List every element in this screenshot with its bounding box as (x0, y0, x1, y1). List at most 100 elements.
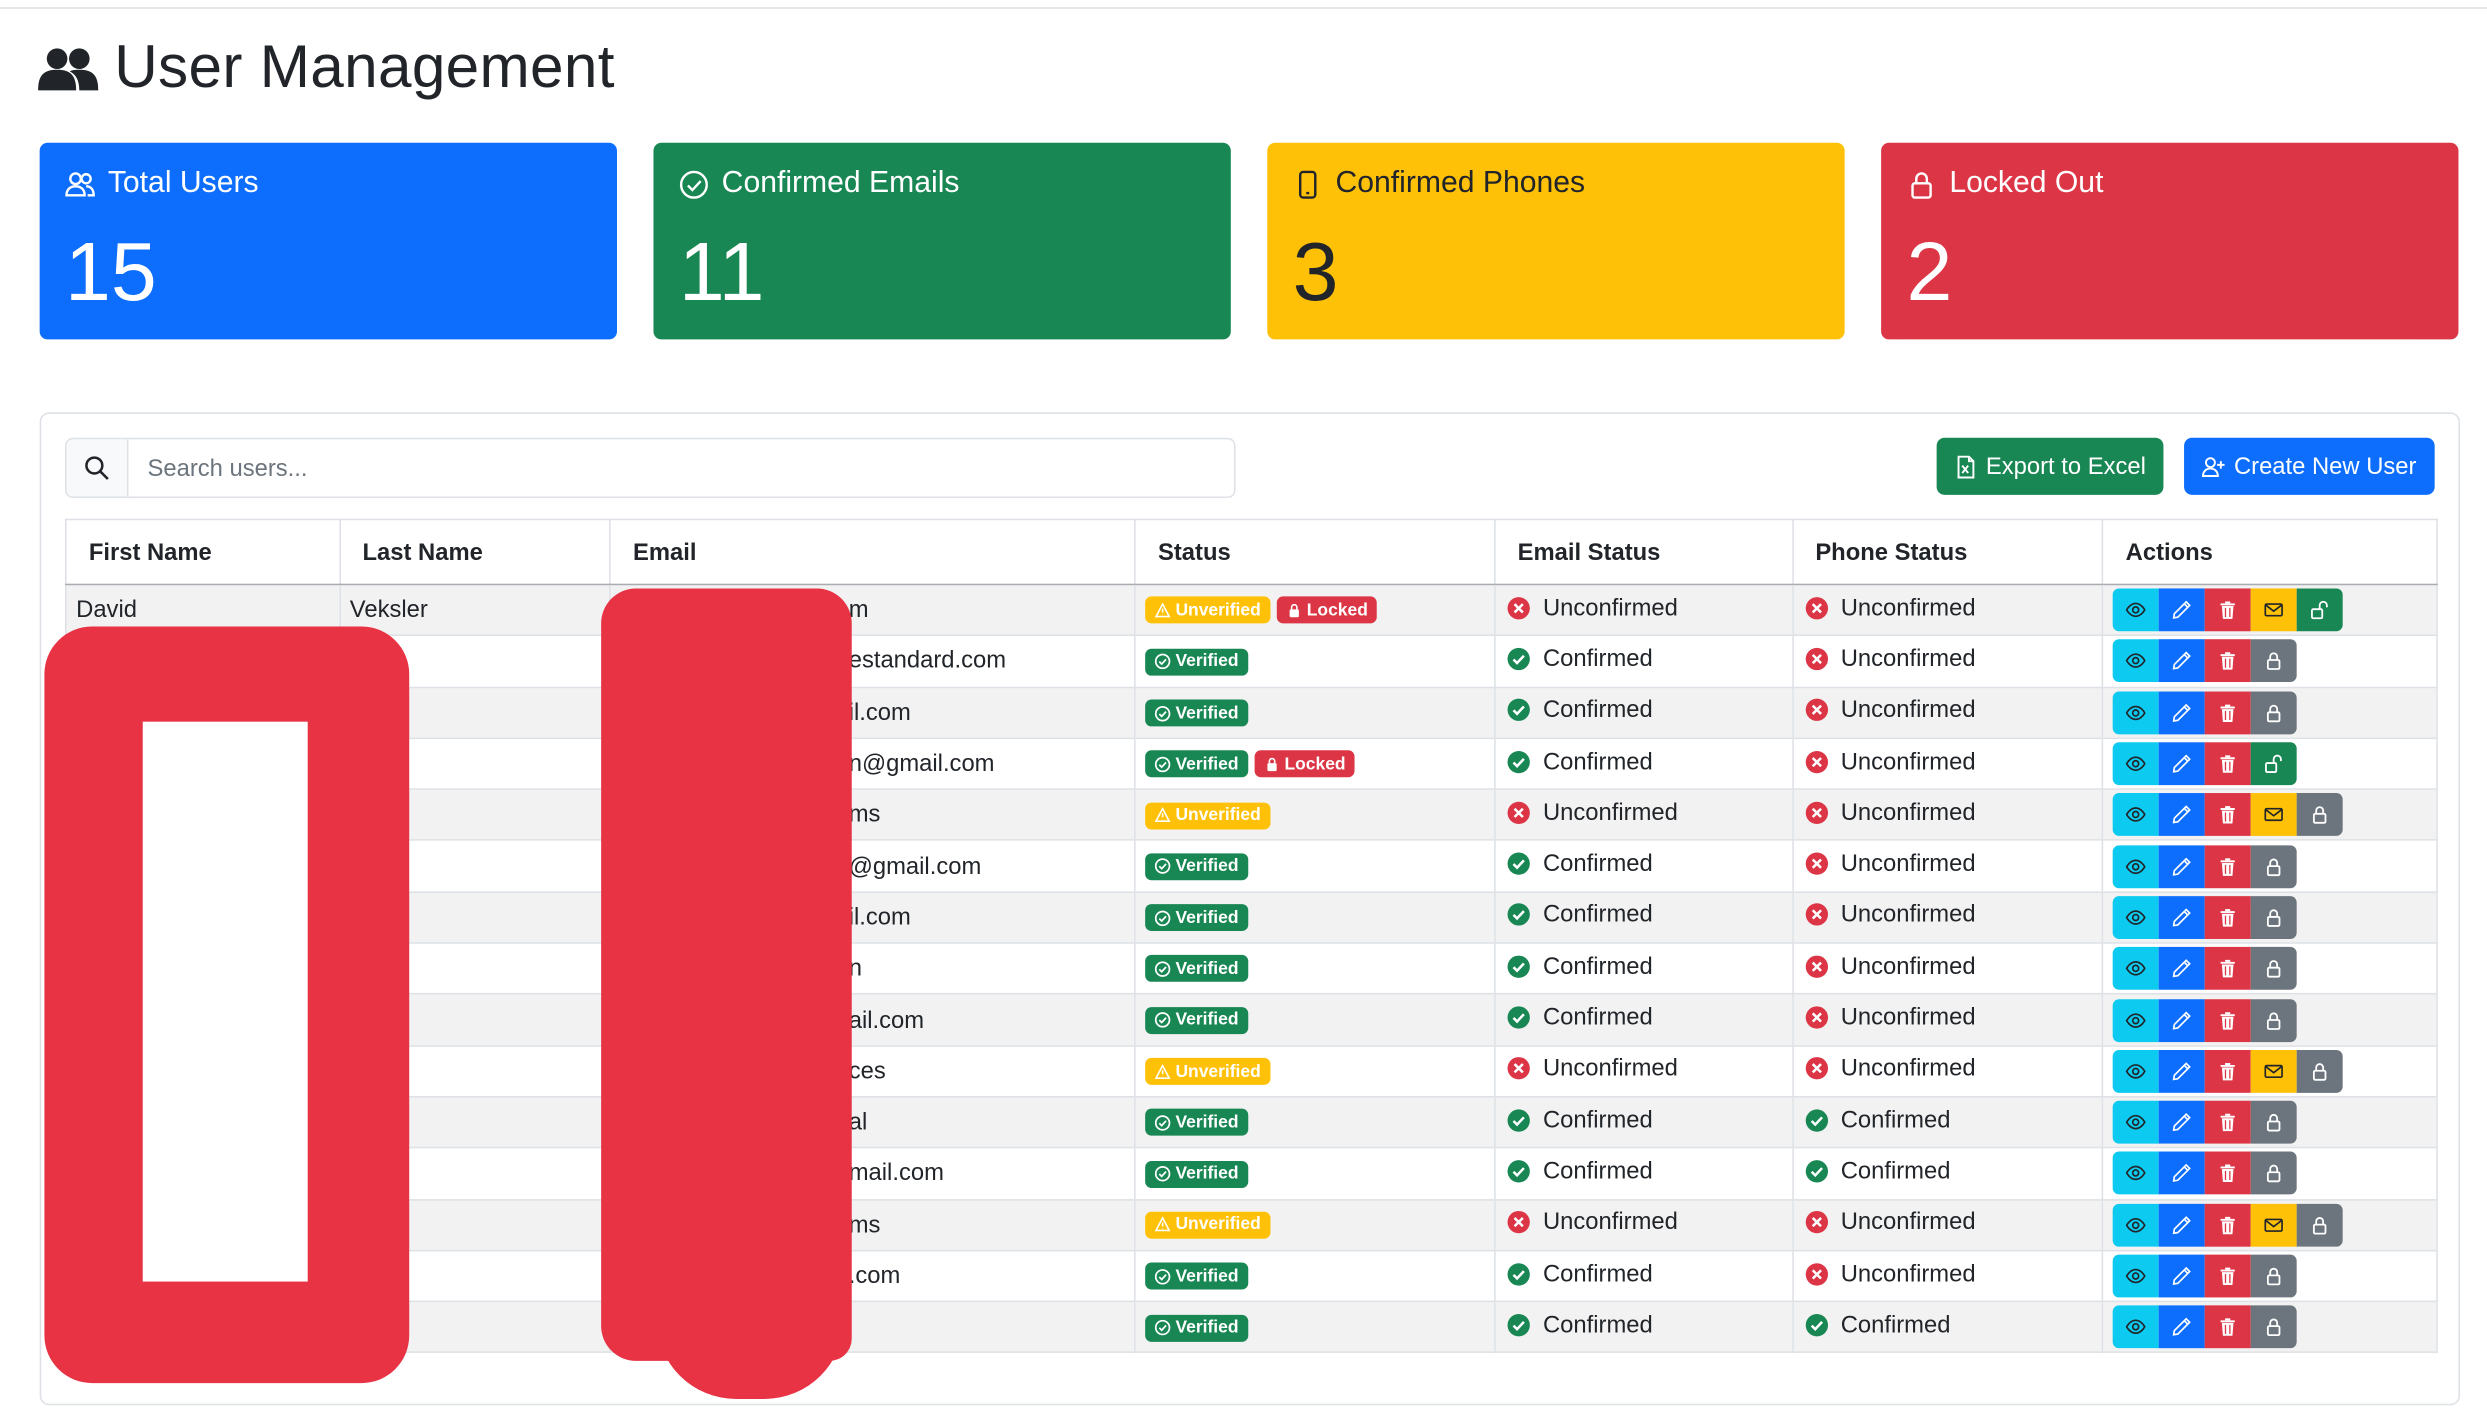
column-header[interactable]: Phone Status (1791, 518, 2104, 586)
delete-button[interactable] (2204, 588, 2251, 632)
unlock-button[interactable] (2250, 742, 2297, 786)
check-circle-icon (1155, 756, 1171, 772)
resend-email-button[interactable] (2250, 1203, 2297, 1247)
eye-icon (2126, 907, 2147, 928)
phone-icon (1299, 169, 1317, 199)
lock-icon (2310, 1214, 2331, 1235)
view-button[interactable] (2112, 1100, 2159, 1144)
table-row[interactable]: ermsUnverifiedUnconfirmedUnconfirmed (65, 1199, 2438, 1252)
search-input[interactable] (128, 439, 1234, 497)
edit-button[interactable] (2158, 1049, 2205, 1093)
lock-button[interactable] (2250, 896, 2297, 939)
delete-button[interactable] (2204, 793, 2251, 837)
edit-button[interactable] (2158, 1305, 2205, 1349)
view-button[interactable] (2112, 639, 2159, 683)
view-button[interactable] (2112, 1254, 2159, 1298)
view-button[interactable] (2112, 947, 2159, 991)
table-row[interactable]: eril.comVerifiedConfirmedUnconfirmed (65, 686, 2438, 739)
create-user-button[interactable]: Create New User (2184, 437, 2435, 495)
lock-icon (2264, 958, 2285, 979)
delete-button[interactable] (2204, 1203, 2251, 1247)
lock-icon (2264, 1266, 2285, 1287)
edit-button[interactable] (2158, 639, 2205, 683)
delete-button[interactable] (2204, 844, 2251, 888)
view-button[interactable] (2112, 1152, 2159, 1195)
view-button[interactable] (2112, 1203, 2159, 1247)
delete-button[interactable] (2204, 1254, 2251, 1298)
lock-button[interactable] (2250, 844, 2297, 888)
delete-button[interactable] (2204, 998, 2251, 1042)
edit-button[interactable] (2158, 742, 2205, 786)
resend-email-button[interactable] (2250, 793, 2297, 837)
lock-button[interactable] (2296, 793, 2343, 837)
edit-button[interactable] (2158, 844, 2205, 888)
unlock-button[interactable] (2296, 588, 2343, 632)
table-row[interactable]: erestandard.comVerifiedConfirmedUnconfir… (65, 635, 2438, 688)
resend-email-button[interactable] (2250, 1049, 2297, 1093)
view-button[interactable] (2112, 844, 2159, 888)
column-header[interactable]: Email Status (1493, 518, 1794, 586)
card-label: Total Users (107, 166, 259, 200)
table-row[interactable]: ail.com Verified Confirmed Unconfirmed (65, 994, 2438, 1047)
table-row[interactable]: .com Verified Confirmed Unconfirmed (65, 1250, 2438, 1303)
table-row[interactable]: ernVerifiedConfirmedUnconfirmed (65, 943, 2438, 996)
delete-button[interactable] (2204, 742, 2251, 786)
table-row[interactable]: ms Unverified Unconfirmed Unconfirmed (65, 789, 2438, 842)
edit-button[interactable] (2158, 896, 2205, 939)
view-button[interactable] (2112, 1049, 2159, 1093)
lock-button[interactable] (2250, 1305, 2297, 1349)
view-button[interactable] (2112, 588, 2159, 632)
lock-button[interactable] (2250, 947, 2297, 991)
phone-status-cell: Unconfirmed (1791, 686, 2104, 739)
delete-button[interactable] (2204, 896, 2251, 939)
table-row[interactable]: erVerifiedConfirmedConfirmed (65, 1301, 2438, 1354)
delete-button[interactable] (2204, 1100, 2251, 1144)
column-header[interactable]: Email (609, 518, 1136, 586)
table-row[interactable]: il.com Verified Confirmed Unconfirmed (65, 891, 2438, 944)
delete-button[interactable] (2204, 1152, 2251, 1195)
edit-button[interactable] (2158, 1203, 2205, 1247)
edit-button[interactable] (2158, 588, 2205, 632)
lock-button[interactable] (2250, 1254, 2297, 1298)
edit-button[interactable] (2158, 1254, 2205, 1298)
delete-button[interactable] (2204, 691, 2251, 734)
table-row[interactable]: er@gmail.comVerifiedConfirmedUnconfirmed (65, 840, 2438, 893)
column-header[interactable]: First Name (65, 518, 341, 586)
lock-button[interactable] (2250, 639, 2297, 683)
edit-button[interactable] (2158, 1100, 2205, 1144)
edit-button[interactable] (2158, 947, 2205, 991)
email-status-cell: Confirmed (1493, 994, 1794, 1047)
delete-button[interactable] (2204, 1049, 2251, 1093)
trash-icon (2218, 600, 2239, 621)
view-button[interactable] (2112, 793, 2159, 837)
table-row[interactable]: ces Unverified Unconfirmed Unconfirmed (65, 1045, 2438, 1098)
export-excel-button[interactable]: Export to Excel (1936, 437, 2164, 495)
resend-email-button[interactable] (2250, 588, 2297, 632)
edit-button[interactable] (2158, 998, 2205, 1042)
delete-button[interactable] (2204, 639, 2251, 683)
table-row[interactable]: 654n@gmail.comVerifiedLockedConfirmedUnc… (65, 738, 2438, 791)
table-row[interactable]: eralVerifiedConfirmedConfirmed (65, 1096, 2438, 1149)
column-header[interactable]: Last Name (338, 518, 611, 586)
email-status-cell: Confirmed (1493, 891, 1794, 944)
card-locked-out: Locked Out 2 (1881, 142, 2459, 340)
delete-button[interactable] (2204, 1305, 2251, 1349)
column-header[interactable]: Status (1134, 518, 1496, 586)
delete-button[interactable] (2204, 947, 2251, 991)
view-button[interactable] (2112, 896, 2159, 939)
view-button[interactable] (2112, 691, 2159, 734)
view-button[interactable] (2112, 742, 2159, 786)
lock-button[interactable] (2250, 998, 2297, 1042)
table-row[interactable]: David Veksler m Unverified Locked Unconfirmed… (65, 584, 2438, 637)
edit-button[interactable] (2158, 691, 2205, 734)
lock-button[interactable] (2250, 1152, 2297, 1195)
lock-button[interactable] (2296, 1049, 2343, 1093)
lock-button[interactable] (2296, 1203, 2343, 1247)
view-button[interactable] (2112, 998, 2159, 1042)
view-button[interactable] (2112, 1305, 2159, 1349)
edit-button[interactable] (2158, 793, 2205, 837)
lock-button[interactable] (2250, 691, 2297, 734)
edit-button[interactable] (2158, 1152, 2205, 1195)
lock-button[interactable] (2250, 1100, 2297, 1144)
table-row[interactable]: mail.com Verified Confirmed Confirmed (65, 1147, 2438, 1200)
